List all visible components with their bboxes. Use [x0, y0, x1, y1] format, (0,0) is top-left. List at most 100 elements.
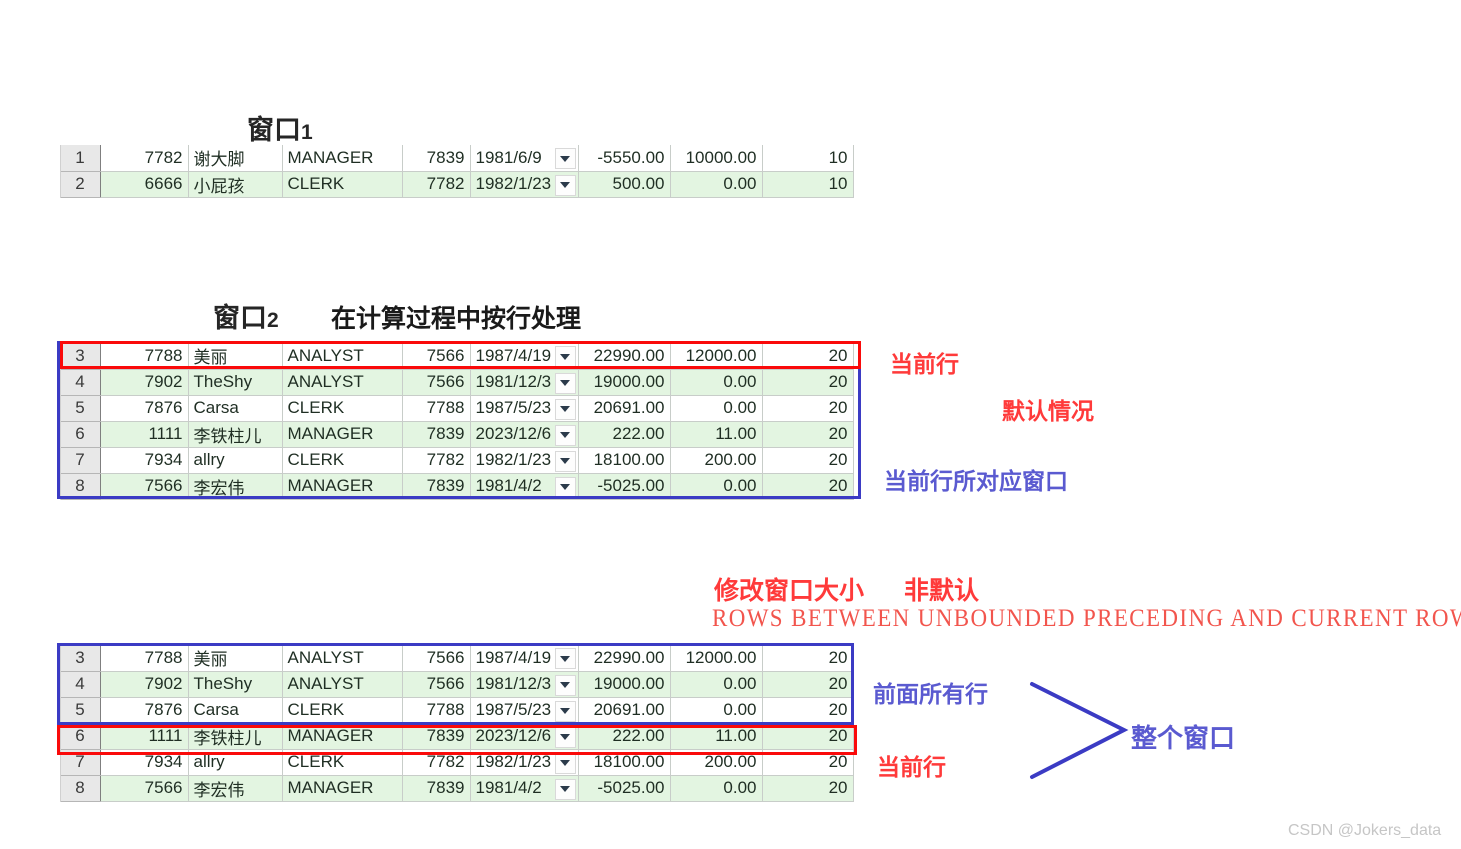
cell-ename[interactable]: allry — [188, 447, 283, 474]
cell-ename[interactable]: Carsa — [188, 395, 283, 422]
cell-sal[interactable]: 222.00 — [578, 723, 671, 750]
cell-comm[interactable]: 11.00 — [670, 723, 763, 750]
cell-empno[interactable]: 7566 — [100, 473, 189, 500]
chevron-down-icon[interactable] — [554, 398, 576, 420]
cell-empno[interactable]: 7902 — [100, 369, 189, 396]
cell-empno[interactable]: 7876 — [100, 697, 189, 724]
cell-deptno[interactable]: 20 — [762, 447, 854, 474]
cell-hiredate[interactable]: 1982/1/23 — [470, 171, 579, 198]
row-header-number[interactable]: 2 — [60, 171, 101, 198]
cell-sal[interactable]: -5025.00 — [578, 473, 671, 500]
cell-sal[interactable]: -5025.00 — [578, 775, 671, 802]
cell-empno[interactable]: 7934 — [100, 749, 189, 776]
cell-comm[interactable]: 12000.00 — [670, 343, 763, 370]
cell-empno[interactable]: 1111 — [100, 421, 189, 448]
cell-comm[interactable]: 10000.00 — [670, 145, 763, 172]
cell-ename[interactable]: 李宏伟 — [188, 473, 283, 500]
cell-mgr[interactable]: 7839 — [402, 473, 471, 500]
cell-empno[interactable]: 7782 — [100, 145, 189, 172]
row-header-number[interactable]: 5 — [60, 697, 101, 724]
cell-sal[interactable]: 22990.00 — [578, 645, 671, 672]
row-header-number[interactable]: 1 — [60, 145, 101, 172]
table-row[interactable]: 5 7876 Carsa CLERK 7788 1987/5/23 20691.00 0.00… — [55, 697, 854, 724]
cell-deptno[interactable]: 20 — [762, 749, 854, 776]
cell-deptno[interactable]: 20 — [762, 473, 854, 500]
cell-empno[interactable]: 7788 — [100, 343, 189, 370]
cell-mgr[interactable]: 7839 — [402, 723, 471, 750]
cell-job[interactable]: ANALYST — [282, 671, 403, 698]
cell-comm[interactable]: 0.00 — [670, 395, 763, 422]
cell-empno[interactable]: 1111 — [100, 723, 189, 750]
cell-sal[interactable]: -5550.00 — [578, 145, 671, 172]
cell-job[interactable]: MANAGER — [282, 723, 403, 750]
cell-hiredate[interactable]: 2023/12/6 — [470, 723, 579, 750]
cell-comm[interactable]: 200.00 — [670, 749, 763, 776]
row-header-number[interactable]: 8 — [60, 473, 101, 500]
cell-sal[interactable]: 500.00 — [578, 171, 671, 198]
cell-mgr[interactable]: 7782 — [402, 171, 471, 198]
cell-job[interactable]: CLERK — [282, 395, 403, 422]
cell-empno[interactable]: 7934 — [100, 447, 189, 474]
row-header-number[interactable]: 7 — [60, 749, 101, 776]
cell-hiredate[interactable]: 1982/1/23 — [470, 749, 579, 776]
cell-comm[interactable]: 0.00 — [670, 369, 763, 396]
chevron-down-icon[interactable] — [554, 700, 576, 722]
cell-hiredate[interactable]: 1981/12/3 — [470, 369, 579, 396]
chevron-down-icon[interactable] — [554, 648, 576, 669]
chevron-down-icon[interactable] — [554, 674, 576, 696]
cell-mgr[interactable]: 7566 — [402, 369, 471, 396]
chevron-down-icon[interactable] — [554, 148, 576, 169]
chevron-down-icon[interactable] — [554, 174, 576, 196]
cell-deptno[interactable]: 10 — [762, 171, 854, 198]
cell-sal[interactable]: 19000.00 — [578, 369, 671, 396]
cell-comm[interactable]: 0.00 — [670, 671, 763, 698]
chevron-down-icon[interactable] — [554, 778, 576, 800]
table-row[interactable]: 6 1111 李铁柱儿 MANAGER 7839 2023/12/6 222.00 11.00… — [55, 723, 854, 750]
cell-deptno[interactable]: 20 — [762, 775, 854, 802]
chevron-down-icon[interactable] — [554, 476, 576, 498]
row-header-number[interactable]: 4 — [60, 369, 101, 396]
cell-hiredate[interactable]: 1987/5/23 — [470, 697, 579, 724]
cell-ename[interactable]: 谢大脚 — [188, 145, 283, 172]
cell-job[interactable]: ANALYST — [282, 343, 403, 370]
cell-job[interactable]: ANALYST — [282, 369, 403, 396]
cell-ename[interactable]: allry — [188, 749, 283, 776]
cell-ename[interactable]: 美丽 — [188, 645, 283, 672]
cell-hiredate[interactable]: 1982/1/23 — [470, 447, 579, 474]
cell-deptno[interactable]: 20 — [762, 645, 854, 672]
cell-ename[interactable]: 李铁柱儿 — [188, 421, 283, 448]
cell-deptno[interactable]: 20 — [762, 343, 854, 370]
cell-job[interactable]: MANAGER — [282, 421, 403, 448]
cell-ename[interactable]: TheShy — [188, 369, 283, 396]
cell-job[interactable]: CLERK — [282, 171, 403, 198]
cell-job[interactable]: CLERK — [282, 749, 403, 776]
cell-job[interactable]: MANAGER — [282, 473, 403, 500]
cell-sal[interactable]: 222.00 — [578, 421, 671, 448]
table-row[interactable]: 8 7566 李宏伟 MANAGER 7839 1981/4/2 -5025.00 0.00 2… — [55, 473, 854, 500]
cell-mgr[interactable]: 7566 — [402, 645, 471, 672]
chevron-down-icon[interactable] — [554, 450, 576, 472]
row-header-number[interactable]: 7 — [60, 447, 101, 474]
chevron-down-icon[interactable] — [554, 752, 576, 774]
cell-comm[interactable]: 12000.00 — [670, 645, 763, 672]
table-row[interactable]: 6 1111 李铁柱儿 MANAGER 7839 2023/12/6 222.00 11.00… — [55, 421, 854, 448]
cell-ename[interactable]: 李宏伟 — [188, 775, 283, 802]
row-header-number[interactable]: 4 — [60, 671, 101, 698]
cell-sal[interactable]: 19000.00 — [578, 671, 671, 698]
cell-empno[interactable]: 7566 — [100, 775, 189, 802]
row-header-number[interactable]: 6 — [60, 723, 101, 750]
table-row[interactable]: 4 7902 TheShy ANALYST 7566 1981/12/3 19000.00 0… — [55, 671, 854, 698]
cell-mgr[interactable]: 7788 — [402, 395, 471, 422]
cell-sal[interactable]: 18100.00 — [578, 749, 671, 776]
chevron-down-icon[interactable] — [554, 726, 576, 748]
cell-job[interactable]: MANAGER — [282, 775, 403, 802]
cell-comm[interactable]: 0.00 — [670, 775, 763, 802]
cell-mgr[interactable]: 7788 — [402, 697, 471, 724]
cell-mgr[interactable]: 7566 — [402, 343, 471, 370]
window2-table[interactable]: 3 7788 美丽 ANALYST 7566 1987/4/19 22990.00 12000… — [55, 343, 854, 500]
cell-hiredate[interactable]: 1987/4/19 — [470, 645, 579, 672]
cell-mgr[interactable]: 7839 — [402, 775, 471, 802]
row-header-number[interactable]: 3 — [60, 343, 101, 370]
table-row[interactable]: 7 7934 allry CLERK 7782 1982/1/23 18100.00 200.… — [55, 447, 854, 474]
cell-hiredate[interactable]: 1981/4/2 — [470, 473, 579, 500]
